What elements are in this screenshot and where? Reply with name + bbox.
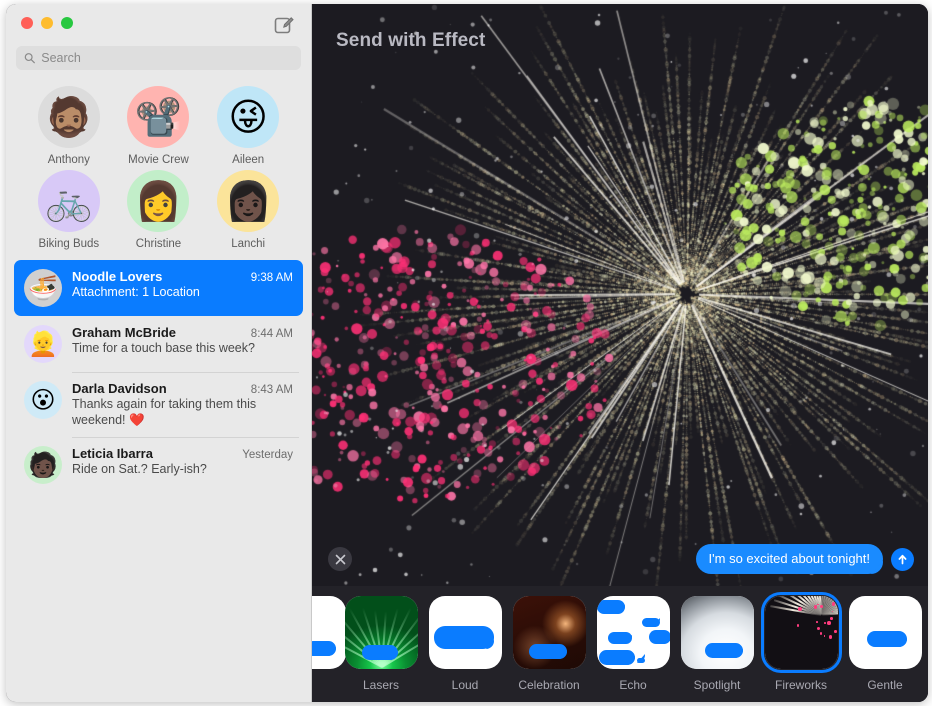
effect-label: Celebration (518, 678, 580, 692)
conversation-name: Graham McBride (72, 325, 177, 340)
close-icon[interactable] (328, 547, 352, 571)
avatar: 😮 (24, 381, 62, 419)
effect-thumbnail[interactable] (596, 596, 670, 669)
avatar: 🍜 (24, 269, 62, 307)
compose-icon[interactable] (273, 14, 295, 36)
pinned-conversation-label: Aileen (232, 154, 265, 166)
pinned-conversation[interactable]: 🚲 Biking Buds (24, 170, 114, 250)
conversation-row[interactable]: 🍜 Noodle Lovers 9:38 AM Attachment: 1 Locat… (14, 260, 303, 316)
conversation-body: Leticia Ibarra Yesterday Ride on Sat.? Ear… (72, 446, 293, 484)
close-window-button[interactable] (21, 17, 33, 29)
avatar: 👩 (127, 170, 190, 232)
pinned-conversation-label: Anthony (47, 154, 90, 166)
effect-option-celebration[interactable]: Celebration (507, 596, 591, 692)
effect-preview-stage: Send with Effect (312, 4, 928, 586)
pinned-conversation[interactable]: 🧔🏽 Anthony (24, 86, 114, 166)
effect-picker-strip[interactable]: Lasers Loud Celebration Echo Spotlight Firewo… (312, 586, 928, 702)
app-root: 🧔🏽 Anthony 📽️ Movie Crew 😜 Aileen 🚲 Biking Buds… (0, 0, 932, 706)
effect-thumbnail[interactable] (312, 596, 346, 669)
effect-option-spotlight[interactable]: Spotlight (675, 596, 759, 692)
message-bubble: I'm so excited about tonight! (695, 544, 883, 574)
conversation-body: Darla Davidson 8:43 AM Thanks again for ta… (72, 381, 293, 428)
pinned-conversation-label: Movie Crew (128, 154, 189, 166)
search-icon (24, 53, 35, 64)
conversation-snippet: Ride on Sat.? Early-ish? (72, 462, 207, 477)
page-title: Send with Effect (336, 30, 486, 51)
conversation-name: Noodle Lovers (72, 269, 163, 284)
effect-thumbnail[interactable] (428, 596, 502, 669)
effect-option-loud[interactable]: Loud (423, 596, 507, 692)
sidebar: 🧔🏽 Anthony 📽️ Movie Crew 😜 Aileen 🚲 Biking Buds… (6, 4, 312, 702)
avatar: 😜 (217, 86, 280, 148)
conversation-timestamp: 8:43 AM (250, 384, 293, 396)
conversation-header: Noodle Lovers 9:38 AM (72, 269, 293, 284)
avatar: 🧑🏿 (24, 446, 62, 485)
conversation-timestamp: 8:44 AM (250, 328, 293, 340)
effect-option-fireworks[interactable]: Fireworks (759, 592, 843, 692)
pinned-conversation[interactable]: 👩 Christine (114, 170, 204, 250)
message-preview-row: I'm so excited about tonight! (312, 532, 928, 586)
zoom-window-button[interactable] (61, 17, 73, 29)
pinned-conversation-label: Christine (135, 238, 182, 250)
conversation-snippet: Time for a touch base this week? (72, 341, 255, 355)
conversation-header: Graham McBride 8:44 AM (72, 325, 293, 340)
conversation-timestamp: Yesterday (242, 449, 293, 462)
effect-option-echo[interactable]: Echo (591, 596, 675, 692)
traffic-lights (21, 17, 73, 29)
effect-thumbnail[interactable] (344, 596, 418, 669)
messages-window: 🧔🏽 Anthony 📽️ Movie Crew 😜 Aileen 🚲 Biking Buds… (6, 4, 928, 702)
effect-thumbnail[interactable] (848, 596, 922, 669)
fireworks-preview (312, 4, 928, 586)
pinned-conversation[interactable]: 📽️ Movie Crew (114, 86, 204, 166)
conversation-name: Darla Davidson (72, 381, 167, 396)
titlebar (6, 4, 311, 42)
conversation-row[interactable]: 🧑🏿 Leticia Ibarra Yesterday Ride on Sat.? E… (14, 437, 303, 493)
conversation-body: Noodle Lovers 9:38 AM Attachment: 1 Locati… (72, 269, 293, 307)
avatar: 🧔🏽 (37, 86, 100, 148)
search-container (6, 42, 311, 70)
pinned-conversation[interactable]: 👩🏿 Lanchi (203, 170, 293, 250)
effect-label: Spotlight (693, 678, 741, 692)
avatar: 👩🏿 (217, 170, 280, 232)
conversation-body: Graham McBride 8:44 AM Time for a touch ba… (72, 325, 293, 363)
avatar: 🚲 (37, 170, 100, 232)
conversation-snippet: Attachment: 1 Location (72, 285, 200, 299)
conversation-header: Darla Davidson 8:43 AM (72, 381, 293, 396)
conversation-snippet: Thanks again for taking them this weeken… (72, 397, 257, 427)
search-box[interactable] (16, 46, 301, 70)
avatar: 📽️ (127, 86, 190, 148)
effect-option-lasers[interactable]: Lasers (339, 596, 423, 692)
effect-label: Fireworks (774, 678, 827, 692)
effect-label: Loud (451, 678, 479, 692)
send-arrow-icon[interactable] (891, 547, 914, 571)
conversation-name: Leticia Ibarra (72, 446, 153, 462)
effect-label: Gentle (867, 678, 903, 692)
effect-label: Echo (619, 678, 647, 692)
avatar: 👱 (24, 325, 62, 363)
conversation-header: Leticia Ibarra Yesterday (72, 446, 293, 461)
outgoing-message: I'm so excited about tonight! (695, 544, 914, 574)
effect-option-partial[interactable] (312, 596, 346, 678)
effect-label: Lasers (362, 678, 400, 692)
effect-panel: Send with Effect I'm so excited about to… (312, 4, 928, 702)
conversation-timestamp: 9:38 AM (250, 272, 293, 284)
effect-option-gentle[interactable]: Gentle (843, 596, 927, 692)
pinned-conversations: 🧔🏽 Anthony 📽️ Movie Crew 😜 Aileen 🚲 Biking Buds… (6, 70, 311, 256)
search-input[interactable] (41, 51, 293, 65)
pinned-conversation-label: Lanchi (231, 238, 266, 250)
pinned-conversation-label: Biking Buds (38, 238, 100, 250)
conversation-row[interactable]: 👱 Graham McBride 8:44 AM Time for a touch b… (14, 316, 303, 372)
conversation-row[interactable]: 😮 Darla Davidson 8:43 AM Thanks again for t… (14, 372, 303, 437)
minimize-window-button[interactable] (41, 17, 53, 29)
effect-thumbnail[interactable] (760, 592, 842, 673)
effect-thumbnail[interactable] (512, 596, 586, 669)
pinned-conversation[interactable]: 😜 Aileen (203, 86, 293, 166)
effect-thumbnail[interactable] (680, 596, 754, 669)
conversation-list: 🍜 Noodle Lovers 9:38 AM Attachment: 1 Locat… (6, 256, 311, 493)
